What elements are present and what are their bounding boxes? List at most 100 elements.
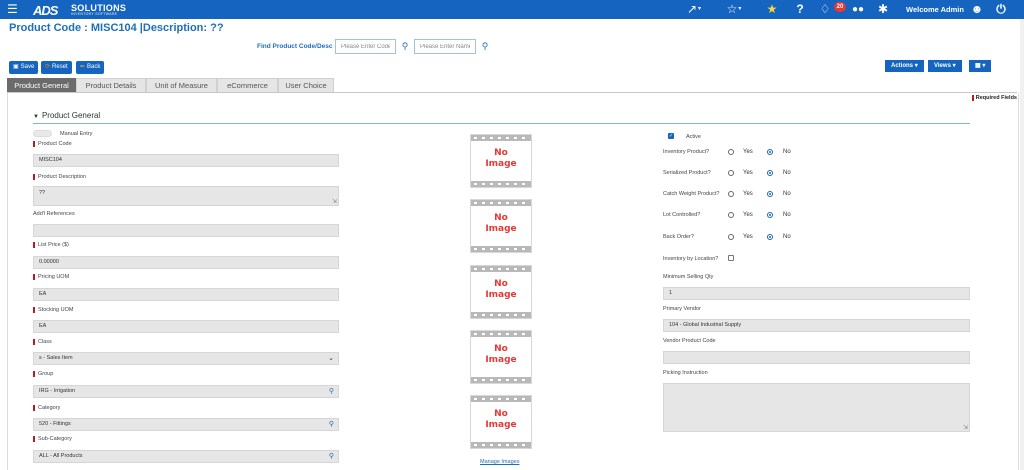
group-field[interactable]: IRG - Irrigation ⚲ — [33, 385, 339, 398]
subcategory-value: ALL - All Products — [39, 453, 83, 459]
resize-handle-icon[interactable]: ⇲ — [963, 424, 968, 431]
grid-menu-button[interactable]: ▦ ▾ — [969, 60, 992, 72]
active-checkbox[interactable]: ✓ — [668, 133, 674, 139]
search-icon[interactable]: ⚲ — [398, 39, 412, 54]
list-price-value: 0.00000 — [39, 259, 59, 265]
save-label: Save — [20, 64, 35, 70]
film-strip — [471, 442, 531, 448]
tab-ecommerce[interactable]: eCommerce — [217, 78, 278, 92]
inventory-by-location-checkbox[interactable] — [728, 255, 734, 261]
section-title: Product General — [41, 111, 101, 120]
serialized-label: Serialized Product? — [663, 170, 711, 176]
lot-controlled-no-radio[interactable] — [767, 212, 773, 218]
pricing-uom-value: EA — [39, 291, 47, 297]
serialized-no-radio[interactable] — [767, 170, 773, 176]
inventory-by-location-label: Inventory by Location? — [663, 256, 719, 262]
category-field[interactable]: 520 - Fittings ⚲ — [33, 418, 339, 431]
page-title: Product Code : MISC104 |Description: ?? — [9, 22, 224, 34]
description-field[interactable]: ?? ⇲ — [33, 186, 339, 206]
star-filled-icon[interactable]: ★ — [764, 0, 780, 19]
no-image-placeholder: No Image — [485, 409, 517, 430]
back-label: Back — [87, 64, 101, 70]
gear-icon[interactable]: ✱ — [876, 0, 890, 19]
chevron-down-icon: ▼ — [33, 114, 39, 120]
min-selling-qty-field[interactable]: 1 — [663, 287, 970, 300]
actions-button[interactable]: Actions ▾ — [885, 60, 924, 72]
resize-handle-icon[interactable]: ⇲ — [332, 198, 337, 205]
back-order-yes-radio[interactable] — [728, 234, 734, 240]
inventory-product-yes-radio[interactable] — [728, 149, 734, 155]
help-icon[interactable]: ? — [794, 0, 806, 19]
manual-entry-toggle[interactable] — [33, 130, 52, 137]
save-button[interactable]: ▣ Save — [9, 61, 39, 74]
catch-weight-no-radio[interactable] — [767, 191, 773, 197]
inventory-product-no-radio[interactable] — [767, 149, 773, 155]
inventory-product-label: Inventory Product? — [663, 149, 710, 155]
required-fields-note: Required Fields — [971, 95, 1017, 101]
top-navbar: ☰ ADS SOLUTIONS INVENTORY SOFTWARE ↗▾ ☆▾… — [0, 0, 1024, 19]
find-code-input[interactable] — [335, 39, 396, 54]
tab-unit-of-measure[interactable]: Unit of Measure — [146, 78, 217, 92]
bell-icon[interactable]: ♢ — [818, 0, 832, 19]
image-slot[interactable]: No Image — [470, 199, 532, 253]
star-outline-icon[interactable]: ☆▾ — [722, 0, 746, 19]
power-icon[interactable]: ⏻ — [994, 0, 1008, 19]
image-slot[interactable]: No Image — [470, 330, 532, 384]
users-icon[interactable]: ●● — [849, 0, 867, 19]
vendor-product-code-label: Vendor Product Code — [663, 338, 716, 344]
film-strip — [471, 266, 531, 272]
search-icon[interactable]: ⚲ — [329, 419, 334, 430]
group-value: IRG - Irrigation — [39, 388, 76, 394]
caret-down-icon: ▾ — [952, 63, 956, 69]
share-icon[interactable]: ↗▾ — [682, 0, 706, 19]
lot-controlled-yes-radio[interactable] — [728, 212, 734, 218]
views-button[interactable]: Views ▾ — [928, 60, 962, 72]
image-slot[interactable]: No Image — [470, 265, 532, 319]
pricing-uom-field[interactable]: EA — [33, 288, 339, 301]
image-slot[interactable]: No Image — [470, 134, 532, 188]
manual-entry-label: Manual Entry — [60, 131, 93, 137]
search-icon[interactable]: ⚲ — [329, 386, 334, 397]
logo[interactable]: ADS SOLUTIONS INVENTORY SOFTWARE — [33, 2, 143, 18]
category-value: 520 - Fittings — [39, 421, 71, 427]
picking-instruction-field[interactable]: ⇲ — [663, 383, 970, 432]
section-header[interactable]: ▼ Product General — [33, 111, 100, 120]
back-button[interactable]: ⇐ Back — [76, 61, 105, 74]
description-value: ?? — [39, 190, 46, 196]
notification-badge: 20 — [834, 2, 846, 12]
primary-vendor-field[interactable]: 104 - Global Industrial Supply — [663, 319, 970, 332]
no-label: No — [783, 191, 791, 197]
stocking-uom-field[interactable]: EA — [33, 320, 339, 333]
catch-weight-yes-radio[interactable] — [728, 191, 734, 197]
class-select[interactable]: s - Sales Item ⌄ — [33, 352, 339, 365]
user-circle-icon[interactable]: ☻ — [970, 0, 984, 19]
product-code-field[interactable]: MISC104 — [33, 154, 339, 167]
search-icon[interactable]: ⚲ — [329, 451, 334, 462]
no-label: No — [783, 149, 791, 155]
film-strip — [471, 312, 531, 318]
addl-references-field[interactable] — [33, 224, 339, 237]
list-price-field[interactable]: 0.00000 — [33, 256, 339, 269]
find-name-input[interactable] — [414, 39, 476, 54]
tab-product-details[interactable]: Product Details — [76, 78, 146, 92]
primary-vendor-value: 104 - Global Industrial Supply — [669, 322, 742, 328]
subcategory-field[interactable]: ALL - All Products ⚲ — [33, 450, 339, 463]
back-order-no-radio[interactable] — [767, 234, 773, 240]
no-image-placeholder: No Image — [485, 344, 517, 365]
yes-label: Yes — [743, 212, 753, 218]
reset-button[interactable]: ⟳ Reset — [41, 61, 72, 74]
film-strip — [471, 377, 531, 383]
menu-icon[interactable]: ☰ — [7, 1, 18, 17]
search-icon[interactable]: ⚲ — [478, 39, 492, 54]
film-strip — [471, 396, 531, 402]
manage-images-link[interactable]: Manage Images — [480, 459, 519, 465]
image-slot[interactable]: No Image — [470, 395, 532, 449]
serialized-yes-radio[interactable] — [728, 170, 734, 176]
tab-product-general[interactable]: Product General — [7, 78, 76, 92]
min-selling-qty-value: 1 — [669, 290, 673, 296]
class-label: Class — [33, 339, 52, 345]
welcome-text[interactable]: Welcome Admin — [906, 0, 964, 19]
vendor-product-code-field[interactable] — [663, 351, 970, 364]
page-scrollbar[interactable] — [1020, 19, 1024, 470]
tab-user-choice[interactable]: User Choice — [278, 78, 334, 92]
